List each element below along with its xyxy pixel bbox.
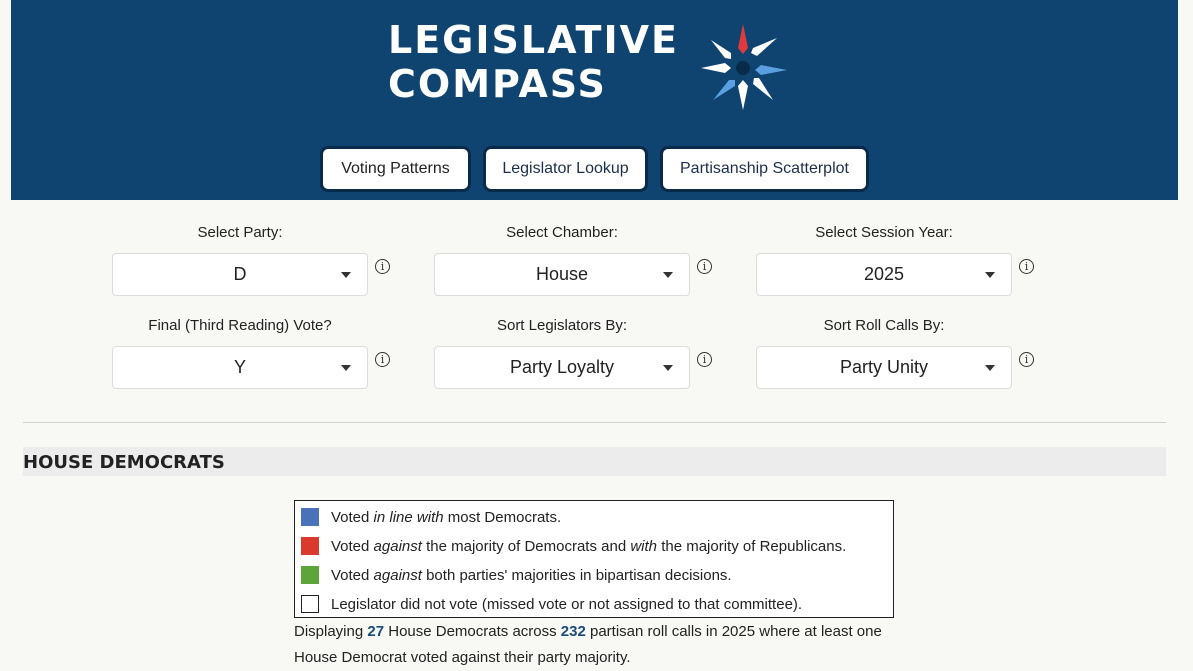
chevron-down-icon <box>985 365 995 371</box>
chevron-down-icon <box>341 365 351 371</box>
legend-item-against-party: Voted against the majority of Democrats … <box>301 536 846 556</box>
legend-item-against-both: Voted against both parties' majorities i… <box>301 565 732 585</box>
year-value: 2025 <box>863 264 905 284</box>
logo-line-1: LEGISLATIVE <box>388 18 679 62</box>
legend-swatch <box>301 508 319 526</box>
legend-text: Voted in line with most Democrats. <box>331 508 562 526</box>
info-icon[interactable]: i <box>375 259 390 274</box>
final-vote-value: Y <box>233 357 246 377</box>
chamber-value: House <box>535 264 589 284</box>
final-vote-select[interactable]: Y <box>112 346 368 389</box>
chamber-label: Select Chamber: <box>506 224 618 241</box>
legend-text: Voted against the majority of Democrats … <box>331 537 847 555</box>
section-title: HOUSE DEMOCRATS <box>23 452 225 473</box>
year-label: Select Session Year: <box>815 224 953 241</box>
logo-line-2: COMPASS <box>388 62 607 106</box>
legend-box: Voted in line with most Democrats. Voted… <box>294 500 894 618</box>
chevron-down-icon <box>663 272 673 278</box>
chevron-down-icon <box>985 272 995 278</box>
info-icon[interactable]: i <box>697 352 712 367</box>
legend-swatch <box>301 537 319 555</box>
section-header: HOUSE DEMOCRATS <box>23 447 1166 476</box>
info-icon[interactable]: i <box>697 259 712 274</box>
sort-legislators-value: Party Loyalty <box>509 357 615 377</box>
info-icon[interactable]: i <box>1019 259 1034 274</box>
final-vote-label: Final (Third Reading) Vote? <box>148 317 332 334</box>
legend-swatch <box>301 566 319 584</box>
sort-rollcalls-value: Party Unity <box>839 357 929 377</box>
tab-voting-patterns[interactable]: Voting Patterns <box>320 146 471 192</box>
chevron-down-icon <box>663 365 673 371</box>
sort-legislators-select[interactable]: Party Loyalty <box>434 346 690 389</box>
party-select[interactable]: D <box>112 253 368 296</box>
legend-text: Legislator did not vote (missed vote or … <box>331 595 803 613</box>
tab-label: Partisanship Scatterplot <box>680 160 849 177</box>
sort-legislators-label: Sort Legislators By: <box>496 317 628 334</box>
rollcall-count: 232 <box>560 623 586 640</box>
summary-text: Displaying 27 House Democrats across 232… <box>294 623 882 666</box>
tab-legislator-lookup[interactable]: Legislator Lookup <box>483 146 648 192</box>
divider <box>23 422 1166 423</box>
compass-star-icon <box>701 24 787 110</box>
party-value: D <box>233 264 247 284</box>
tab-label: Voting Patterns <box>341 160 450 177</box>
party-label: Select Party: <box>197 224 283 241</box>
info-icon[interactable]: i <box>375 352 390 367</box>
year-select[interactable]: 2025 <box>756 253 1012 296</box>
sort-rollcalls-select[interactable]: Party Unity <box>756 346 1012 389</box>
chamber-select[interactable]: House <box>434 253 690 296</box>
chevron-down-icon <box>341 272 351 278</box>
legend-text: Voted against both parties' majorities i… <box>331 566 732 584</box>
info-icon[interactable]: i <box>1019 352 1034 367</box>
tab-label: Legislator Lookup <box>502 160 629 177</box>
legend-item-in-line: Voted in line with most Democrats. <box>301 507 561 527</box>
legend-swatch <box>301 595 319 613</box>
site-header: LEGISLATIVE COMPASS Voting Patterns Legi… <box>11 0 1178 200</box>
logo-wordmark[interactable]: LEGISLATIVE COMPASS <box>388 18 679 106</box>
legislator-count: 27 <box>367 623 385 640</box>
legend-item-did-not-vote: Legislator did not vote (missed vote or … <box>301 594 802 614</box>
sort-rollcalls-label: Sort Roll Calls By: <box>823 317 945 334</box>
tab-partisanship-scatterplot[interactable]: Partisanship Scatterplot <box>660 146 869 192</box>
